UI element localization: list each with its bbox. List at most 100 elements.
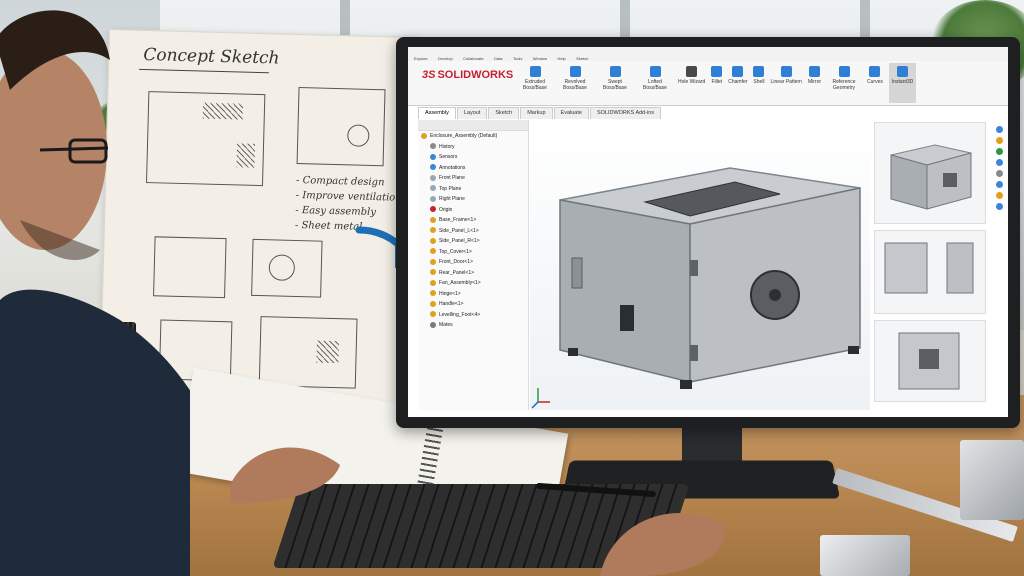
part-icon: [430, 227, 436, 234]
thumbnail-front[interactable]: [874, 320, 986, 402]
tree-item[interactable]: Front_Door<1>: [418, 257, 528, 268]
part-icon: [430, 269, 436, 276]
person-engineer: [0, 10, 190, 576]
tree-item-label: Mates: [439, 322, 453, 328]
revolve-icon: [569, 66, 581, 77]
task-pane-icon[interactable]: [995, 181, 1003, 188]
tree-item[interactable]: Right Plane: [418, 194, 528, 205]
part-icon: [430, 258, 436, 265]
tab-markup[interactable]: Markup: [520, 107, 553, 119]
history-icon: [430, 143, 436, 150]
thumbnail-orthographic[interactable]: [874, 230, 986, 314]
task-pane-icon[interactable]: [995, 203, 1003, 210]
tree-item[interactable]: Top Plane: [418, 184, 528, 195]
model-fan-hub: [769, 289, 781, 301]
tree-item[interactable]: Fan_Assembly<1>: [418, 278, 528, 289]
tree-item-label: Annotations: [439, 164, 466, 171]
tree-item[interactable]: Handle<1>: [418, 299, 528, 310]
ribbon-button-fillet[interactable]: Fillet: [711, 63, 723, 103]
task-pane-icon[interactable]: [995, 192, 1003, 199]
ribbon-button-shell[interactable]: Shell: [753, 63, 765, 103]
ribbon-label: Mirror: [807, 79, 822, 85]
tree-item[interactable]: Top_Cover<1>: [418, 247, 528, 258]
tree-item[interactable]: Hinge<1>: [418, 289, 528, 300]
ribbon-button-instant3d[interactable]: Instant3D: [888, 63, 917, 103]
monitor: Explore Develop Collaborate Data Tools W…: [396, 37, 1020, 428]
model-hinge: [690, 345, 698, 361]
ribbon-button-revolve[interactable]: Revolved Boss/Base: [558, 63, 592, 103]
tree-item[interactable]: Mates: [418, 320, 528, 331]
model-foot: [568, 348, 578, 356]
task-pane-icon[interactable]: [995, 159, 1003, 166]
part-icon: [430, 216, 436, 223]
tree-item[interactable]: Front Plane: [418, 173, 528, 184]
tab-solidworks-add-ins[interactable]: SOLIDWORKS Add-ins: [589, 107, 662, 119]
triad-z-axis: [531, 401, 539, 409]
mirror-icon: [809, 66, 820, 77]
command-tabs: Assembly Layout Sketch Markup Evaluate SOLIDW…: [418, 107, 662, 119]
task-pane-icon[interactable]: [995, 137, 1003, 144]
ds-logo-mark: 3S: [422, 69, 436, 81]
ribbon-button-chamfer[interactable]: Chamfer: [728, 63, 747, 103]
tree-item[interactable]: Side_Panel_L<1>: [418, 226, 528, 237]
model-cutout: [620, 305, 634, 331]
logo-text: SOLIDWORKS: [437, 69, 514, 81]
tree-item-label: History: [439, 143, 455, 150]
feature-ribbon: Extruded Boss/Base Revolved Boss/Base Swep…: [518, 63, 922, 103]
ribbon-button-hole[interactable]: Hole Wizard: [678, 63, 705, 103]
pattern-icon: [780, 66, 792, 77]
tree-item-label: Base_Frame<1>: [439, 217, 477, 223]
left-hand: [230, 447, 340, 504]
ribbon-button-loft[interactable]: Lofted Boss/Base: [638, 63, 672, 103]
tree-item[interactable]: Enclosure_Assembly (Default): [418, 131, 528, 142]
ribbon-label: Curves: [867, 79, 883, 85]
quick-access-bar: Explore Develop Collaborate Data Tools W…: [408, 47, 1008, 62]
reference-icon: [838, 66, 850, 77]
task-pane-tabs: [994, 122, 1004, 282]
tab-sketch[interactable]: Sketch: [488, 107, 520, 119]
ribbon-button-extrude[interactable]: Extruded Boss/Base: [518, 63, 552, 103]
graphics-viewport[interactable]: [530, 120, 870, 410]
part-icon: [430, 290, 436, 297]
ribbon-button-sweep[interactable]: Swept Boss/Base: [598, 63, 632, 103]
sketch-vent: [236, 143, 256, 168]
tree-item[interactable]: Side_Panel_R<1>: [418, 236, 528, 247]
tree-item[interactable]: Rear_Panel<1>: [418, 268, 528, 279]
instant3d-icon: [897, 66, 909, 77]
thumbnail-isometric[interactable]: [874, 122, 986, 224]
tab-evaluate[interactable]: Evaluate: [553, 107, 589, 119]
hole-icon: [686, 66, 698, 77]
sketch-grille: [202, 102, 244, 120]
chamfer-icon: [732, 66, 744, 77]
tree-item[interactable]: Annotations: [418, 163, 528, 174]
task-pane-icon[interactable]: [995, 126, 1003, 133]
tree-item[interactable]: Sensors: [418, 152, 528, 163]
task-pane-icon[interactable]: [995, 148, 1003, 155]
model-handle: [571, 257, 583, 289]
tree-item-label: Enclosure_Assembly (Default): [430, 133, 498, 139]
plane-icon: [430, 195, 436, 202]
tree-item[interactable]: Base_Frame<1>: [418, 215, 528, 226]
view-thumbnails: [874, 122, 992, 412]
tree-item-label: Top_Cover<1>: [439, 248, 472, 255]
model-hinge: [690, 260, 698, 276]
plane-icon: [430, 185, 436, 192]
tree-item-label: Origin: [439, 206, 453, 213]
tab-assembly[interactable]: Assembly: [418, 107, 456, 119]
assembly-icon: [421, 132, 427, 139]
ribbon-button-curves[interactable]: Curves: [867, 63, 883, 103]
tree-item[interactable]: Levelling_Foot<4>: [418, 310, 528, 321]
ribbon-button-reference[interactable]: Reference Geometry: [827, 63, 861, 103]
tree-item-label: Rear_Panel<1>: [439, 269, 475, 276]
tab-layout[interactable]: Layout: [456, 107, 488, 119]
feature-manager-tree: Enclosure_Assembly (Default) History Senso…: [418, 120, 529, 410]
mates-icon: [430, 321, 436, 328]
tree-item-label: Right Plane: [439, 196, 465, 202]
ribbon-button-pattern[interactable]: Linear Pattern: [771, 63, 802, 103]
tree-item[interactable]: Origin: [418, 205, 528, 216]
tree-item[interactable]: History: [418, 142, 528, 153]
tree-items: Enclosure_Assembly (Default) History Senso…: [418, 131, 528, 331]
part-icon: [430, 279, 436, 286]
task-pane-icon[interactable]: [995, 170, 1003, 177]
ribbon-button-mirror[interactable]: Mirror: [808, 63, 821, 103]
